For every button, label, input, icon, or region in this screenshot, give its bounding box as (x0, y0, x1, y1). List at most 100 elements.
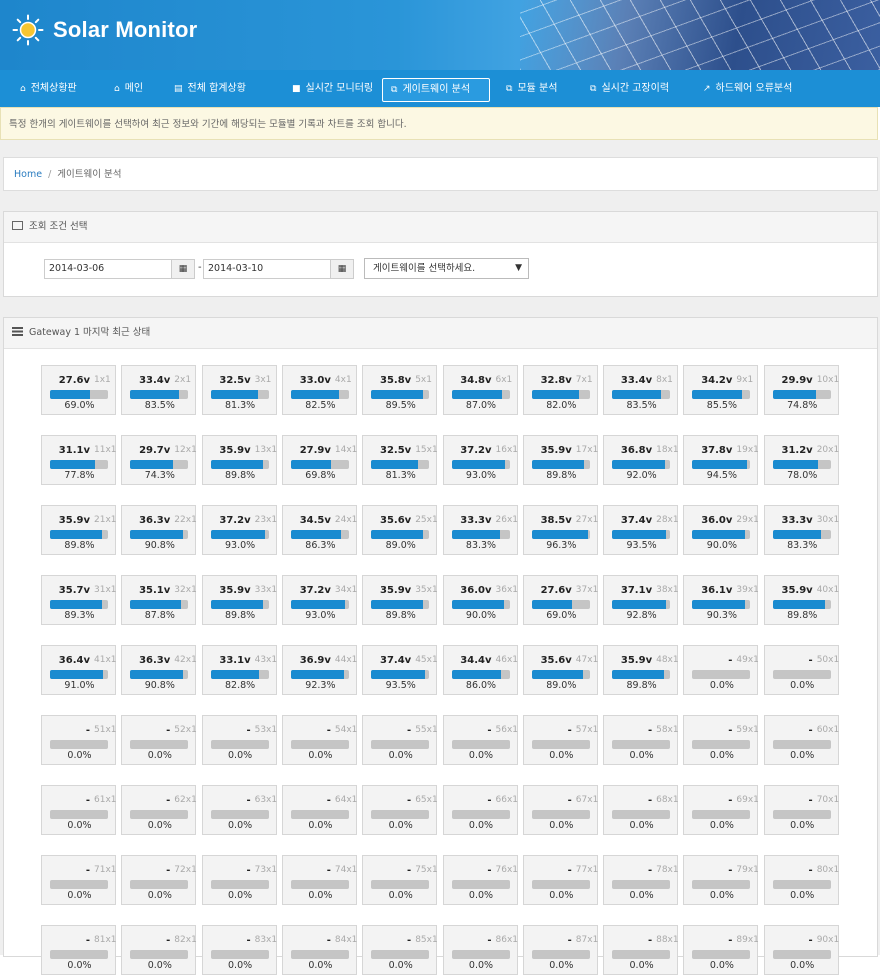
module-cell[interactable]: 27.6v 1x1 69.0% (41, 365, 116, 415)
module-cell[interactable]: 37.4v 28x1 93.5% (603, 505, 679, 555)
module-cell[interactable]: -88x1 0.0% (603, 925, 679, 975)
module-cell[interactable]: -57x1 0.0% (522, 715, 598, 765)
module-cell[interactable]: 31.1v 11x1 77.8% (41, 435, 117, 485)
module-cell[interactable]: -74x1 0.0% (281, 855, 357, 905)
module-cell[interactable]: 36.3v 22x1 90.8% (121, 505, 197, 555)
module-cell[interactable]: -80x1 0.0% (763, 855, 839, 905)
module-cell[interactable]: -50x1 0.0% (763, 645, 839, 695)
module-cell[interactable]: 36.0v 36x1 90.0% (442, 575, 518, 625)
module-cell[interactable]: 37.8v 19x1 94.5% (683, 435, 759, 485)
module-cell[interactable]: 36.4v 41x1 91.0% (41, 645, 117, 695)
module-cell[interactable]: 32.8v 7x1 82.0% (522, 365, 598, 415)
module-cell[interactable]: 35.9v 17x1 89.8% (522, 435, 598, 485)
module-cell[interactable]: -66x1 0.0% (442, 785, 518, 835)
module-cell[interactable]: 32.5v 15x1 81.3% (362, 435, 438, 485)
module-cell[interactable]: -59x1 0.0% (683, 715, 759, 765)
module-cell[interactable]: 35.9v 35x1 89.8% (362, 575, 438, 625)
module-cell[interactable]: 35.9v 33x1 89.8% (201, 575, 277, 625)
module-cell[interactable]: -63x1 0.0% (201, 785, 277, 835)
module-cell[interactable]: -52x1 0.0% (121, 715, 197, 765)
module-cell[interactable]: -76x1 0.0% (442, 855, 518, 905)
module-cell[interactable]: -53x1 0.0% (201, 715, 277, 765)
nav-item-6[interactable]: ⧉ 모듈 분석 (498, 78, 566, 102)
module-cell[interactable]: 36.8v 18x1 92.0% (603, 435, 679, 485)
module-cell[interactable]: 33.0v 4x1 82.5% (281, 365, 357, 415)
module-cell[interactable]: 34.4v 46x1 86.0% (442, 645, 518, 695)
module-cell[interactable]: -71x1 0.0% (41, 855, 117, 905)
module-cell[interactable]: -83x1 0.0% (201, 925, 277, 975)
nav-item-4[interactable]: ■ 실시간 모니터링 (284, 78, 378, 102)
module-cell[interactable]: 35.9v 40x1 89.8% (763, 575, 839, 625)
end-date-input[interactable]: 2014-03-10 (203, 259, 335, 279)
module-cell[interactable]: 35.6v 47x1 89.0% (522, 645, 598, 695)
module-cell[interactable]: -60x1 0.0% (763, 715, 839, 765)
module-cell[interactable]: 37.1v 38x1 92.8% (603, 575, 679, 625)
module-cell[interactable]: -58x1 0.0% (603, 715, 679, 765)
module-cell[interactable]: 35.6v 25x1 89.0% (362, 505, 438, 555)
module-cell[interactable]: 36.9v 44x1 92.3% (281, 645, 357, 695)
module-cell[interactable]: -62x1 0.0% (121, 785, 197, 835)
module-cell[interactable]: -82x1 0.0% (121, 925, 197, 975)
module-cell[interactable]: -64x1 0.0% (281, 785, 357, 835)
module-cell[interactable]: -70x1 0.0% (763, 785, 839, 835)
module-cell[interactable]: 37.2v 23x1 93.0% (201, 505, 277, 555)
module-cell[interactable]: 35.9v 13x1 89.8% (201, 435, 277, 485)
module-cell[interactable]: -49x1 0.0% (683, 645, 759, 695)
module-cell[interactable]: 33.4v 8x1 83.5% (603, 365, 679, 415)
module-cell[interactable]: 37.2v 16x1 93.0% (442, 435, 518, 485)
module-cell[interactable]: 27.9v 14x1 69.8% (281, 435, 357, 485)
module-cell[interactable]: -67x1 0.0% (522, 785, 598, 835)
module-cell[interactable]: 29.9v 10x1 74.8% (763, 365, 839, 415)
nav-item-1[interactable]: ⌂ 전체상황판 (12, 78, 100, 102)
module-cell[interactable]: 35.1v 32x1 87.8% (121, 575, 197, 625)
module-cell[interactable]: 31.2v 20x1 78.0% (763, 435, 839, 485)
module-cell[interactable]: -84x1 0.0% (281, 925, 357, 975)
app-brand[interactable]: Solar Monitor (53, 17, 197, 43)
module-cell[interactable]: 35.8v 5x1 89.5% (362, 365, 438, 415)
breadcrumb-home-link[interactable]: Home (14, 169, 42, 180)
module-cell[interactable]: 36.3v 42x1 90.8% (121, 645, 197, 695)
module-cell[interactable]: -73x1 0.0% (201, 855, 277, 905)
module-cell[interactable]: 34.2v 9x1 85.5% (683, 365, 759, 415)
module-cell[interactable]: 29.7v 12x1 74.3% (121, 435, 197, 485)
module-cell[interactable]: 34.8v 6x1 87.0% (442, 365, 518, 415)
module-cell[interactable]: -79x1 0.0% (683, 855, 759, 905)
module-cell[interactable]: 37.2v 34x1 93.0% (281, 575, 357, 625)
module-cell[interactable]: 37.4v 45x1 93.5% (362, 645, 438, 695)
module-cell[interactable]: 27.6v 37x1 69.0% (522, 575, 598, 625)
module-cell[interactable]: 33.3v 30x1 83.3% (763, 505, 839, 555)
module-cell[interactable]: -75x1 0.0% (362, 855, 438, 905)
nav-item-8[interactable]: ↗ 하드웨어 오류분석 (695, 78, 806, 102)
module-cell[interactable]: -86x1 0.0% (442, 925, 518, 975)
module-cell[interactable]: 33.3v 26x1 83.3% (442, 505, 518, 555)
gateway-select[interactable]: 게이트웨이를 선택하세요. ▼ (364, 258, 529, 279)
start-calendar-button[interactable]: ▦ (171, 259, 195, 279)
module-cell[interactable]: 35.9v 48x1 89.8% (603, 645, 679, 695)
nav-item-2[interactable]: ⌂ 메인 (106, 78, 156, 102)
module-cell[interactable]: -55x1 0.0% (362, 715, 438, 765)
module-cell[interactable]: -56x1 0.0% (442, 715, 518, 765)
module-cell[interactable]: 35.7v 31x1 89.3% (41, 575, 117, 625)
module-cell[interactable]: -51x1 0.0% (41, 715, 117, 765)
module-cell[interactable]: -78x1 0.0% (603, 855, 679, 905)
end-calendar-button[interactable]: ▦ (330, 259, 354, 279)
nav-item-3[interactable]: ▤ 전체 합계상황 (166, 78, 254, 102)
module-cell[interactable]: -68x1 0.0% (603, 785, 679, 835)
module-cell[interactable]: -89x1 0.0% (683, 925, 759, 975)
module-cell[interactable]: 33.1v 43x1 82.8% (201, 645, 277, 695)
module-cell[interactable]: -87x1 0.0% (522, 925, 598, 975)
module-cell[interactable]: -77x1 0.0% (522, 855, 598, 905)
module-cell[interactable]: -61x1 0.0% (41, 785, 117, 835)
module-cell[interactable]: 38.5v 27x1 96.3% (522, 505, 598, 555)
nav-item-5[interactable]: ⧉ 게이트웨이 분석 (382, 78, 490, 102)
module-cell[interactable]: 36.0v 29x1 90.0% (683, 505, 759, 555)
module-cell[interactable]: -65x1 0.0% (362, 785, 438, 835)
module-cell[interactable]: 32.5v 3x1 81.3% (201, 365, 277, 415)
module-cell[interactable]: 36.1v 39x1 90.3% (683, 575, 759, 625)
module-cell[interactable]: -69x1 0.0% (683, 785, 759, 835)
module-cell[interactable]: -81x1 0.0% (41, 925, 117, 975)
module-cell[interactable]: 35.9v 21x1 89.8% (41, 505, 117, 555)
nav-item-7[interactable]: ⧉ 실시간 고장이력 (582, 78, 685, 102)
module-cell[interactable]: -90x1 0.0% (763, 925, 839, 975)
module-cell[interactable]: 33.4v 2x1 83.5% (121, 365, 197, 415)
